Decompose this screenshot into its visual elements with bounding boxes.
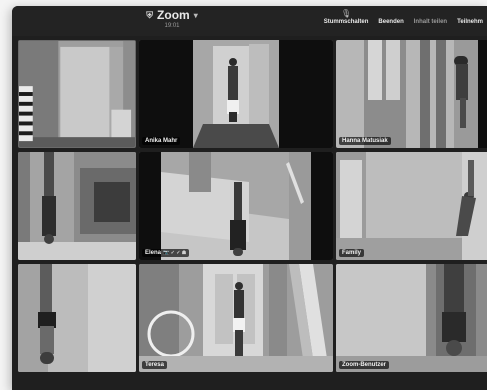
participant-name-label: Anika Mahr	[142, 137, 181, 145]
video-tile[interactable]: Elena 📷 ✓ ✓ ☗	[139, 152, 333, 260]
video-feed	[139, 264, 333, 372]
video-tile[interactable]: Hanna Matusiak	[336, 40, 487, 148]
participant-name-label: Teresa	[142, 361, 167, 369]
participant-name-label: Zoom-Benutzer	[339, 361, 389, 369]
share-content-button[interactable]: Inhalt teilen	[414, 9, 447, 25]
mute-button[interactable]: 🎙 Stummschalten	[324, 9, 369, 25]
meeting-title-area[interactable]: ⛨ Zoom ▾ 19:01	[132, 8, 212, 29]
video-tile[interactable]	[18, 152, 136, 260]
video-tile[interactable]: Family	[336, 152, 487, 260]
meeting-controls: 🎙 Stummschalten Beenden Inhalt teilen Te…	[324, 9, 487, 25]
video-feed	[336, 40, 487, 148]
video-feed	[18, 152, 136, 260]
participant-name-label: Hanna Matusiak	[339, 137, 391, 145]
chevron-down-icon: ▾	[193, 10, 198, 20]
title-bar: ⛨ Zoom ▾ 19:01 🎙 Stummschalten Beenden I…	[12, 6, 487, 36]
microphone-icon: 🎙	[340, 9, 352, 18]
video-feed	[336, 152, 487, 260]
shield-icon: ⛨	[146, 9, 154, 20]
video-tile[interactable]: Teresa	[139, 264, 333, 372]
participants-button[interactable]: Teilnehm	[457, 9, 483, 25]
video-feed	[139, 152, 333, 260]
zoom-window: ⛨ Zoom ▾ 19:01 🎙 Stummschalten Beenden I…	[12, 6, 487, 390]
window-title: Zoom	[157, 8, 190, 22]
video-feed	[18, 264, 136, 372]
meeting-time: 19:01	[164, 23, 180, 29]
video-tile[interactable]	[18, 264, 136, 372]
status-icons: 📷 ✓ ✓ ☗	[163, 250, 187, 256]
video-tile[interactable]: Anika Mahr	[139, 40, 333, 148]
end-button[interactable]: Beenden	[378, 9, 403, 25]
video-tile[interactable]	[18, 40, 136, 148]
participant-name-label: Elena 📷 ✓ ✓ ☗	[142, 249, 190, 257]
video-tile[interactable]: Zoom-Benutzer	[336, 264, 487, 372]
video-feed	[336, 264, 487, 372]
video-grid: Anika Mahr Hanna Matusiak Elena 📷 ✓ ✓ ☗ …	[18, 40, 487, 384]
video-feed	[139, 40, 333, 148]
video-feed	[19, 41, 135, 147]
participant-name-label: Family	[339, 249, 365, 257]
